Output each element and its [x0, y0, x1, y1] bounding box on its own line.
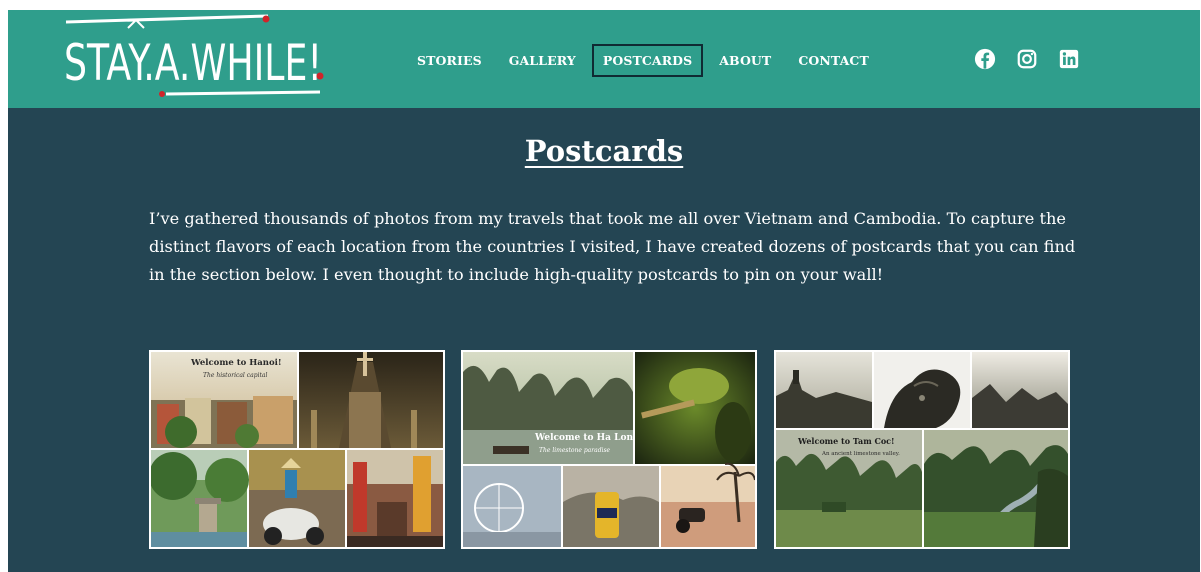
postcard-hanoi-collage: Welcome to Hanoi! The historical capital: [151, 352, 443, 547]
postcard-hanoi-subcaption: The historical capital: [203, 372, 267, 379]
nav-about[interactable]: ABOUT: [708, 44, 782, 77]
facebook-icon[interactable]: [974, 48, 996, 70]
postcard-halong-caption: Welcome to Ha Long!: [534, 433, 643, 443]
postcard-hanoi-caption: Welcome to Hanoi!: [190, 358, 282, 368]
nav-postcards[interactable]: POSTCARDS: [591, 43, 704, 77]
main-nav: STORIES GALLERY POSTCARDS ABOUT CONTACT: [406, 43, 885, 77]
postcard-halong[interactable]: Welcome to Ha Long! The limestone paradi…: [461, 350, 757, 549]
instagram-icon[interactable]: [1016, 48, 1038, 70]
postcard-tamcoc[interactable]: Welcome to Tam Coc! An ancient limestone…: [774, 350, 1070, 549]
site-header: STAY.A.WHILE! STORIES GALLERY POSTCARDS …: [8, 10, 1200, 108]
postcard-halong-subcaption: The limestone paradise: [539, 447, 611, 454]
nav-gallery[interactable]: GALLERY: [498, 44, 587, 77]
intro-paragraph: I’ve gathered thousands of photos from m…: [149, 209, 1076, 284]
postcard-hanoi[interactable]: Welcome to Hanoi! The historical capital: [149, 350, 445, 549]
postcard-tamcoc-caption: Welcome to Tam Coc!: [797, 436, 895, 446]
nav-stories[interactable]: STORIES: [406, 44, 493, 77]
postcard-tamcoc-collage: Welcome to Tam Coc! An ancient limestone…: [776, 352, 1068, 547]
logo-text: STAY.A.WHILE!: [64, 34, 322, 92]
site-logo[interactable]: STAY.A.WHILE!: [58, 12, 328, 100]
postcard-halong-collage: Welcome to Ha Long! The limestone paradi…: [463, 352, 755, 547]
nav-contact[interactable]: CONTACT: [787, 44, 880, 77]
social-links: [974, 48, 1100, 70]
page-frame: STAY.A.WHILE! STORIES GALLERY POSTCARDS …: [8, 10, 1200, 572]
page-title: Postcards: [524, 134, 684, 168]
postcard-tamcoc-subcaption: An ancient limestone valley.: [821, 451, 900, 457]
linkedin-icon[interactable]: [1058, 48, 1080, 70]
